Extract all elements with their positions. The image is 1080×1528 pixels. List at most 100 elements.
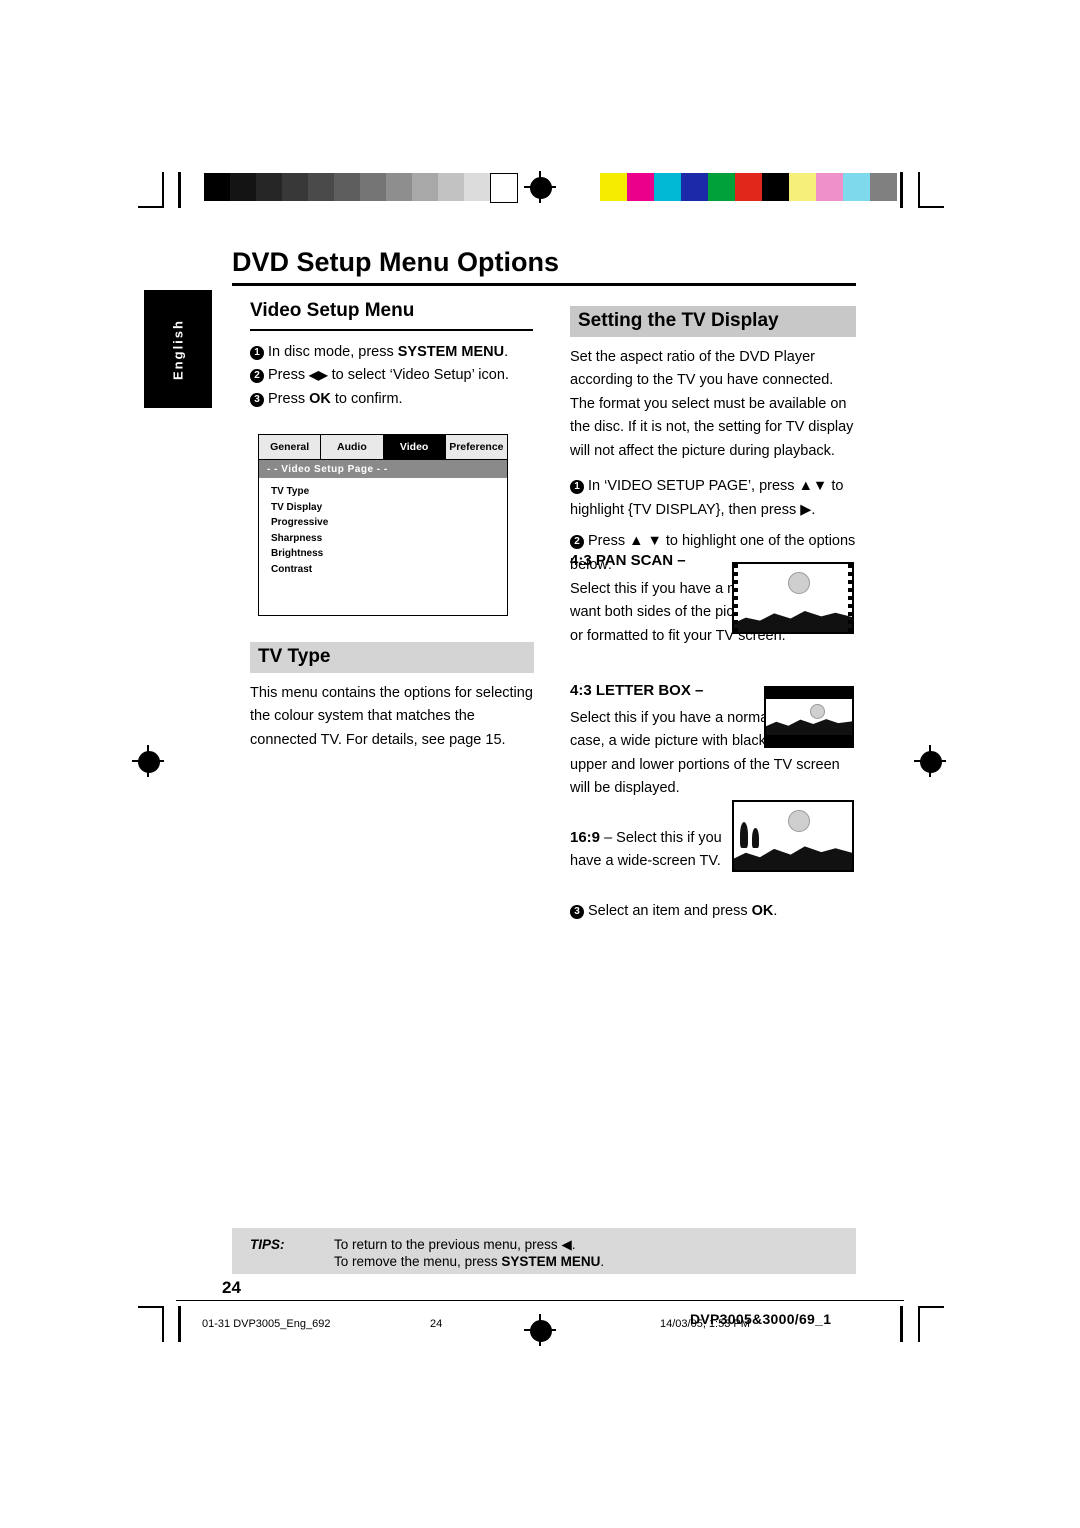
tips-line-2-before: To remove the menu, press xyxy=(334,1254,502,1269)
video-setup-osd-screenshot: General Audio Video Preference - - Video… xyxy=(258,434,508,616)
language-tab-label: English xyxy=(170,319,186,380)
step-3-bold: OK xyxy=(309,390,331,407)
pan-scan-sun-icon xyxy=(788,572,810,594)
gray-swatch-10 xyxy=(464,173,490,201)
final-step-bold: OK xyxy=(751,903,774,919)
color-swatch-3 xyxy=(681,173,708,201)
crop-mark-top-left xyxy=(138,172,164,208)
pan-scan-label: 4:3 PAN SCAN – xyxy=(570,552,730,569)
tips-line-1: To return to the previous menu, press ◀. xyxy=(334,1237,576,1252)
osd-tab-preference[interactable]: Preference xyxy=(445,435,507,459)
osd-subheader: - - Video Setup Page - - xyxy=(259,460,507,478)
letter-box-label: 4:3 LETTER BOX – xyxy=(570,682,703,699)
pan-scan-left-crop-marker xyxy=(734,564,738,632)
widescreen-sun-icon xyxy=(788,810,810,832)
osd-item-tv-display[interactable]: TV Display xyxy=(271,500,507,516)
letter-box-label-text: 4:3 LETTER BOX xyxy=(570,682,691,699)
tv-type-body: This menu contains the options for selec… xyxy=(250,685,533,748)
gray-swatch-2 xyxy=(256,173,282,201)
gray-swatch-4 xyxy=(308,173,334,201)
osd-item-tv-type[interactable]: TV Type xyxy=(271,484,507,500)
color-swatch-7 xyxy=(789,173,816,201)
step-2-text-after: to select ‘Video Setup’ icon. xyxy=(327,367,509,384)
tips-line-2-after: . xyxy=(600,1254,605,1269)
osd-item-progressive[interactable]: Progressive xyxy=(271,515,507,531)
registration-target-left xyxy=(132,745,164,777)
letter-box-illustration xyxy=(764,686,854,748)
tv-display-step-1-text: In ‘VIDEO SETUP PAGE’, press ▲▼ to highl… xyxy=(570,478,844,518)
registration-target-right xyxy=(914,745,946,777)
color-swatch-0 xyxy=(600,173,627,201)
footer-filename: 01-31 DVP3005_Eng_692 xyxy=(202,1318,331,1330)
left-right-arrow-icon: ◀▶ xyxy=(309,368,328,383)
step-1: 1 In disc mode, press SYSTEM MENU. xyxy=(250,341,540,364)
tv-display-section: Setting the TV Display Set the aspect ra… xyxy=(570,306,856,577)
widescreen-tree-icon-2 xyxy=(752,828,759,848)
crop-mark-bottom-left-bar xyxy=(178,1306,181,1342)
letter-box-option: 4:3 LETTER BOX – xyxy=(570,682,703,699)
pan-scan-label-text: 4:3 PAN SCAN xyxy=(570,552,674,569)
gray-swatch-1 xyxy=(230,173,256,201)
osd-tab-video[interactable]: Video xyxy=(383,435,446,459)
crop-mark-bottom-right xyxy=(918,1306,944,1342)
osd-tab-general[interactable]: General xyxy=(259,435,322,459)
gray-swatch-6 xyxy=(360,173,386,201)
video-setup-steps: 1 In disc mode, press SYSTEM MENU. 2 Press… xyxy=(250,341,540,411)
color-swatch-6 xyxy=(762,173,789,201)
letter-box-top-bar xyxy=(766,688,852,699)
tv-type-heading: TV Type xyxy=(250,642,534,673)
step-3: 3 Press OK to confirm. xyxy=(250,388,540,411)
osd-tab-bar: General Audio Video Preference xyxy=(259,435,507,460)
color-swatch-10 xyxy=(870,173,897,201)
registration-target-bottom xyxy=(524,1314,556,1346)
footer-page: 24 xyxy=(430,1318,443,1330)
step-3-text-before: Press xyxy=(268,390,310,407)
osd-item-brightness[interactable]: Brightness xyxy=(271,546,507,562)
tv-display-final-step: 3 Select an item and press OK. xyxy=(570,900,777,923)
color-swatch-1 xyxy=(627,173,654,201)
letter-box-hill xyxy=(766,719,852,735)
footer-model: DVP3005&3000/69_1 xyxy=(690,1311,832,1327)
tips-line-2-bold: SYSTEM MENU xyxy=(501,1254,601,1269)
tips-label: TIPS: xyxy=(250,1237,285,1252)
pan-scan-option: 4:3 PAN SCAN – xyxy=(570,552,730,569)
tv-display-intro: Set the aspect ratio of the DVD Player a… xyxy=(570,349,854,459)
letter-box-bottom-bar xyxy=(766,735,852,746)
final-step-text-after: . xyxy=(773,903,778,919)
grayscale-calibration-bar xyxy=(204,173,518,203)
color-swatch-9 xyxy=(843,173,870,201)
page-number: 24 xyxy=(222,1278,241,1297)
osd-tab-audio[interactable]: Audio xyxy=(321,435,384,459)
final-step-text-before: Select an item and press xyxy=(588,903,752,919)
letter-box-dash: – xyxy=(695,682,704,699)
footer-divider xyxy=(176,1300,904,1301)
osd-item-sharpness[interactable]: Sharpness xyxy=(271,531,507,547)
step-3-text-after: to confirm. xyxy=(330,390,403,407)
gray-swatch-3 xyxy=(282,173,308,201)
title-divider xyxy=(232,283,856,286)
widescreen-dash: – xyxy=(604,830,613,846)
widescreen-tree-icon-1 xyxy=(740,822,748,848)
step-2-text-before: Press xyxy=(268,367,310,384)
page-title: DVD Setup Menu Options xyxy=(232,247,559,277)
step-1-text-after: . xyxy=(504,344,509,360)
pan-scan-illustration xyxy=(732,562,854,634)
color-swatch-5 xyxy=(735,173,762,201)
setting-tv-display-heading: Setting the TV Display xyxy=(570,306,856,337)
crop-mark-top-left-bar xyxy=(178,172,181,208)
crop-mark-top-right xyxy=(918,172,944,208)
step-1-number: 1 xyxy=(250,346,264,360)
color-swatch-4 xyxy=(708,173,735,201)
crop-mark-bottom-right-bar xyxy=(900,1306,903,1342)
tv-display-step-1-number: 1 xyxy=(570,480,584,495)
tv-display-step-1: 1 In ‘VIDEO SETUP PAGE’, press ▲▼ to high… xyxy=(570,475,856,522)
gray-swatch-5 xyxy=(334,173,360,201)
gray-swatch-9 xyxy=(438,173,464,201)
color-swatch-2 xyxy=(654,173,681,201)
final-step-number: 3 xyxy=(570,905,584,919)
widescreen-illustration xyxy=(732,800,854,872)
tv-type-section: TV Type This menu contains the options f… xyxy=(250,642,534,752)
language-tab: English xyxy=(144,290,212,408)
osd-item-contrast[interactable]: Contrast xyxy=(271,562,507,578)
pan-scan-right-crop-marker xyxy=(848,564,852,632)
